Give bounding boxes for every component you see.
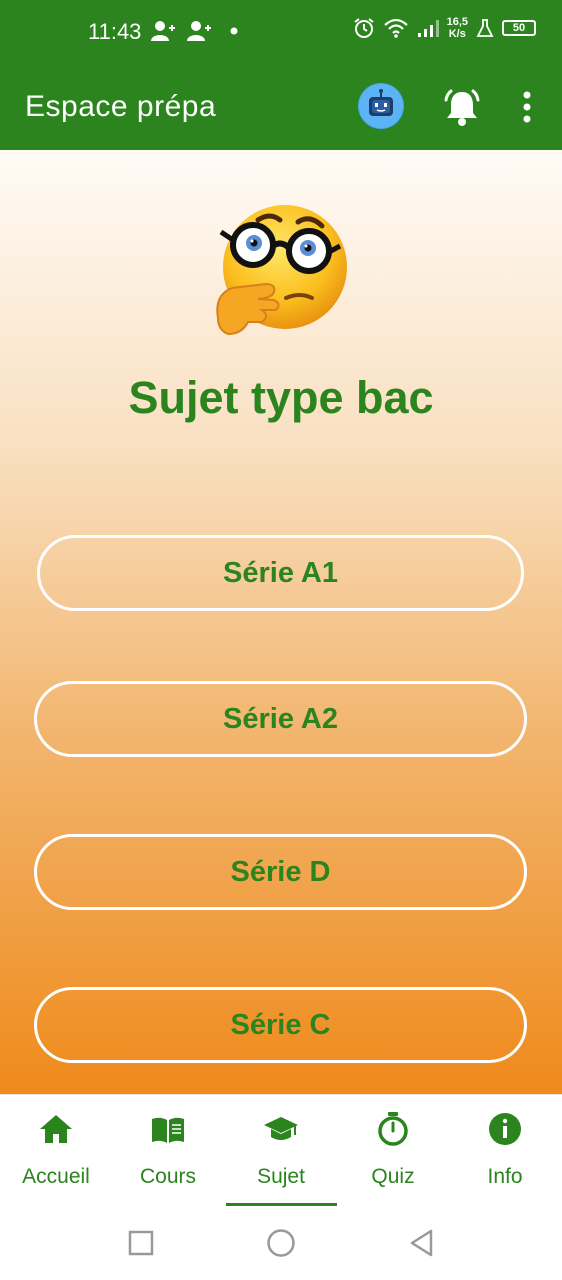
battery-icon: 50 <box>502 20 536 36</box>
serie-c-button[interactable]: Série C <box>34 987 527 1063</box>
more-options-button[interactable] <box>513 88 541 128</box>
circle-home-icon[interactable] <box>266 1228 296 1258</box>
app-bar: Espace prépa <box>0 62 562 150</box>
bot-icon <box>359 84 403 128</box>
dot-icon <box>230 27 238 35</box>
status-system-icons: 16,5 K/s 50 <box>353 16 536 40</box>
main-content: Sujet type bac Série A1 Série A2 Série D… <box>0 150 562 1094</box>
nav-label: Quiz <box>371 1165 415 1188</box>
nav-item-quiz[interactable]: Quiz <box>337 1095 449 1207</box>
person-add-icon <box>187 21 211 41</box>
triangle-back-icon[interactable] <box>408 1228 436 1258</box>
app-title: Espace prépa <box>25 90 217 123</box>
nav-item-cours[interactable]: Cours <box>112 1095 224 1207</box>
status-bar: 11:43 16,5 K/s 50 <box>0 0 562 62</box>
nav-item-accueil[interactable]: Accueil <box>0 1095 112 1207</box>
home-icon <box>40 1115 72 1143</box>
person-add-icon <box>151 21 175 41</box>
square-recents-icon[interactable] <box>128 1230 154 1256</box>
nav-item-sujet[interactable]: Sujet <box>225 1095 337 1207</box>
alarm-icon <box>353 18 374 38</box>
network-speed: 16,5 K/s <box>447 16 468 40</box>
bot-button[interactable] <box>358 83 404 129</box>
nav-label: Info <box>487 1165 523 1188</box>
stopwatch-icon <box>378 1112 408 1146</box>
bottom-navigation: Accueil Cours Sujet Quiz Info <box>0 1094 562 1206</box>
speed-unit: K/s <box>448 28 466 40</box>
nav-item-info[interactable]: Info <box>449 1095 561 1207</box>
serie-d-button[interactable]: Série D <box>34 834 527 910</box>
battery-level: 50 <box>512 22 526 34</box>
system-navigation-bar <box>0 1206 562 1280</box>
page-title: Sujet type bac <box>128 372 434 423</box>
more-vert-icon <box>523 91 531 123</box>
serie-a1-button[interactable]: Série A1 <box>37 535 524 611</box>
notifications-button[interactable] <box>440 86 484 130</box>
flask-icon <box>476 19 494 37</box>
nav-label: Accueil <box>22 1165 90 1188</box>
thinking-nerd-emoji <box>216 205 347 336</box>
book-icon <box>152 1117 184 1143</box>
nav-label: Sujet <box>257 1165 305 1188</box>
signal-icon <box>417 20 439 37</box>
graduation-cap-icon <box>264 1117 298 1140</box>
serie-a2-button[interactable]: Série A2 <box>34 681 527 757</box>
bell-icon <box>444 89 480 126</box>
speed-value: 16,5 <box>446 16 468 28</box>
nav-label: Cours <box>139 1165 197 1188</box>
info-icon <box>489 1113 521 1145</box>
status-time: 11:43 <box>88 19 142 44</box>
wifi-icon <box>383 18 408 38</box>
status-notification-icons <box>150 20 240 42</box>
